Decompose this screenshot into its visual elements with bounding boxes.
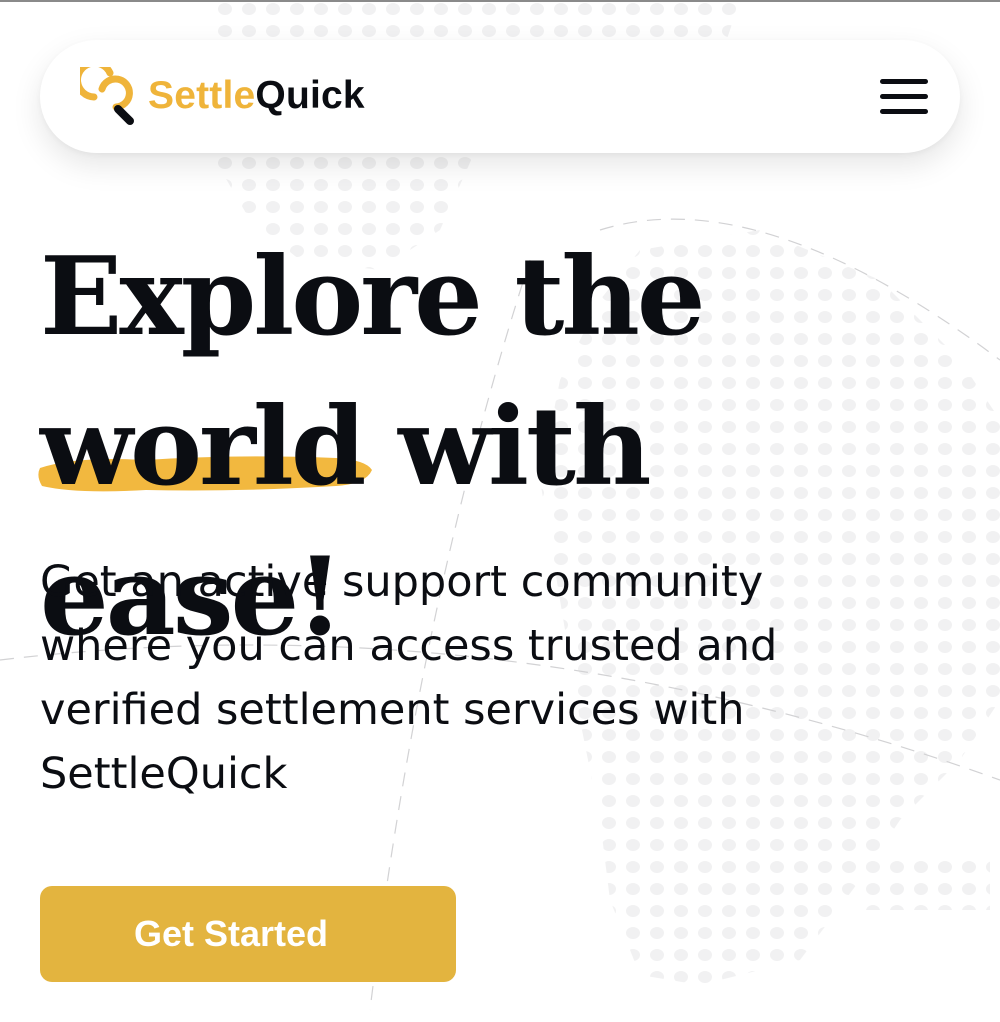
hero-title-highlight-word: world [40, 384, 366, 510]
hero-title-highlight: world [38, 372, 373, 522]
header-navbar: SettleQuick [40, 40, 960, 153]
menu-bar-top [880, 79, 928, 84]
get-started-button[interactable]: Get Started [40, 886, 456, 982]
menu-bar-middle [880, 94, 928, 99]
brand-name: SettleQuick [148, 74, 365, 118]
brand-logo[interactable]: SettleQuick [80, 65, 365, 127]
brand-name-settle: Settle [148, 74, 256, 117]
settlequick-logo-icon [80, 67, 134, 125]
brand-name-quick: Quick [255, 74, 365, 117]
hamburger-menu-icon[interactable] [880, 77, 928, 117]
hero-title-line1: Explore the [40, 234, 706, 360]
menu-bar-bottom [880, 109, 928, 114]
hero-subtitle: Get an active support community where yo… [40, 557, 778, 799]
